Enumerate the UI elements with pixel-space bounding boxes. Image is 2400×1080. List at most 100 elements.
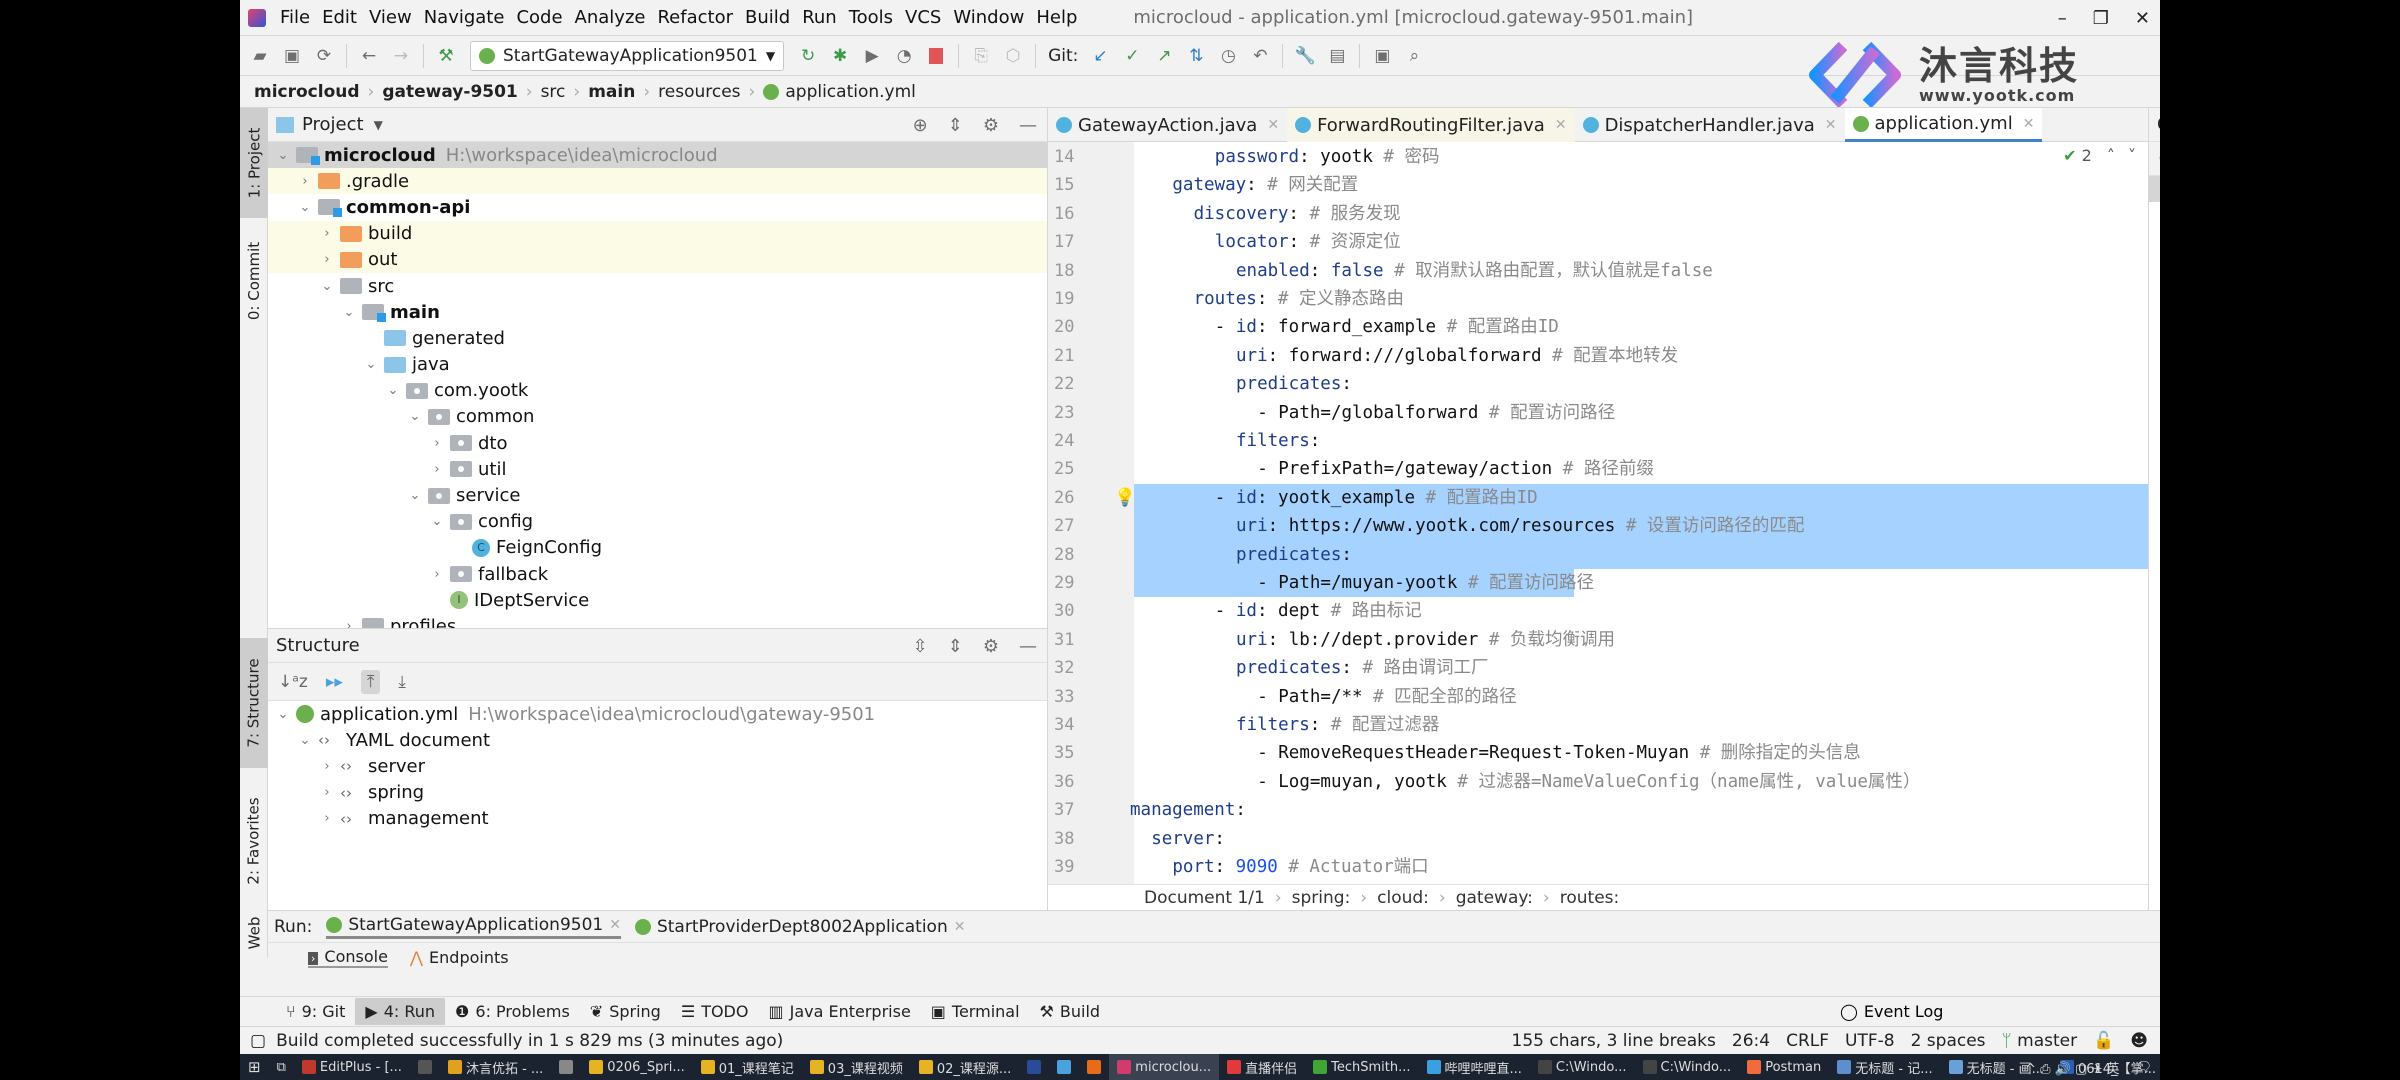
debug-icon[interactable]: ✱ — [826, 42, 854, 70]
line-separator[interactable]: CRLF — [1786, 1031, 1829, 1051]
hide-panel-icon[interactable]: — — [1019, 115, 1037, 136]
tool-window-problems[interactable]: ❶ 6: Problems — [445, 998, 580, 1025]
tree-item[interactable]: › dto — [268, 430, 1047, 456]
git-history-icon[interactable]: ◷ — [1214, 42, 1242, 70]
chevron-down-icon[interactable]: ⌄ — [274, 707, 292, 722]
gradle-tree-item[interactable]: ⚙assemble — [2149, 464, 2160, 490]
restore-button[interactable]: ❐ — [2093, 8, 2109, 29]
editor-breadcrumb-item[interactable]: routes: — [1560, 888, 1620, 908]
chevron-right-icon[interactable]: › — [318, 759, 336, 774]
code-line[interactable]: 17 locator: # 资源定位 — [1048, 228, 2148, 256]
chevron-right-icon[interactable]: › — [428, 567, 446, 582]
chevron-right-icon[interactable]: › — [318, 811, 336, 826]
event-log-button[interactable]: ◯ Event Log — [1840, 996, 1943, 1026]
gradle-tree-item[interactable]: ⚙jar — [2149, 647, 2160, 673]
gradle-tree-item[interactable]: ⚙clean — [2149, 621, 2160, 647]
tool-window-run[interactable]: ▶ 4: Run — [355, 998, 446, 1025]
gear-icon[interactable]: ⚙ — [983, 636, 999, 657]
code-line[interactable]: 31 uri: lb://dept.provider # 负载均衡调用 — [1048, 626, 2148, 654]
menu-tools[interactable]: Tools — [843, 7, 899, 28]
chevron-down-icon[interactable]: ⌄ — [406, 409, 424, 424]
collapse-all-icon[interactable]: ⇕ — [948, 115, 963, 136]
code-line[interactable]: 27 uri: https://www.yootk.com/resources #… — [1048, 512, 2148, 540]
rerun-icon[interactable]: ↻ — [794, 42, 822, 70]
menu-navigate[interactable]: Navigate — [418, 7, 511, 28]
chevron-down-icon[interactable]: ⌄ — [274, 148, 292, 163]
code-line[interactable]: 36 - Log=muyan, yootk # 过滤器=NameValueConf… — [1048, 768, 2148, 796]
code-line[interactable]: 23 - Path=/globalforward # 配置访问路径 — [1048, 399, 2148, 427]
taskbar-app[interactable] — [1019, 1054, 1049, 1080]
editor-tab[interactable]: application.yml ✕ — [1844, 108, 2043, 142]
autoscroll-icon[interactable]: ▸▸ — [326, 672, 343, 692]
chevron-down-icon[interactable]: ⌄ — [2155, 182, 2160, 196]
breadcrumb-item[interactable]: application.yml — [785, 82, 916, 102]
chevron-right-icon[interactable]: › — [318, 785, 336, 800]
git-push-icon[interactable]: ↗ — [1150, 42, 1178, 70]
gradle-tree-item[interactable]: ›other — [2149, 752, 2160, 778]
sync-icon[interactable]: ⟳ — [310, 42, 338, 70]
back-arrow-icon[interactable]: ← — [355, 42, 383, 70]
open-folder-icon[interactable]: ▰ — [246, 42, 274, 70]
editor-breadcrumb-item[interactable]: spring: — [1292, 888, 1351, 908]
close-tab-icon[interactable]: ✕ — [954, 919, 966, 935]
taskbar-app[interactable]: 03_课程视频 — [802, 1054, 911, 1080]
code-line[interactable]: 25 - PrefixPath=/gateway/action # 路径前缀 — [1048, 455, 2148, 483]
breadcrumb-item[interactable]: microcloud — [254, 82, 360, 102]
gradle-tree-item[interactable]: ⚙build — [2149, 516, 2160, 542]
tree-item[interactable]: C FeignConfig — [268, 535, 1047, 561]
chevron-down-icon[interactable]: ⌄ — [406, 488, 424, 503]
gradle-tree-item[interactable]: ›consumer-springboot — [2149, 255, 2160, 281]
tree-item[interactable]: › ‹› management — [268, 806, 1047, 832]
system-tray[interactable]: ^ ⎙ 🔊 ▢ ✈ 英 🗨 — [2025, 1054, 2152, 1080]
tree-item[interactable]: › .gradle — [268, 168, 1047, 195]
tree-item[interactable]: ⌄ com.yootk — [268, 378, 1047, 404]
gradle-tree-item[interactable]: ›verification — [2149, 778, 2160, 804]
taskbar-app[interactable]: microclou... — [1109, 1054, 1220, 1080]
taskbar-app[interactable] — [1049, 1054, 1079, 1080]
code-line[interactable]: 35 - RemoveRequestHeader=Request-Token-Mu… — [1048, 739, 2148, 767]
tree-item[interactable]: › out — [268, 246, 1047, 273]
taskbar-app[interactable] — [551, 1054, 581, 1080]
gradle-tree-item[interactable]: ⚙buildDependents — [2149, 543, 2160, 569]
chevron-right-icon[interactable]: › — [428, 462, 446, 477]
indent-setting[interactable]: 2 spaces — [1911, 1031, 1986, 1051]
gradle-tree-item[interactable]: ⚙buildNeeded — [2149, 569, 2160, 595]
gradle-tree-item[interactable]: ›application — [2149, 412, 2160, 438]
close-tab-icon[interactable]: ✕ — [2023, 116, 2035, 132]
lock-icon[interactable]: 🔓 — [2093, 1031, 2114, 1051]
start-button[interactable]: ⊞ — [240, 1054, 269, 1080]
intention-bulb-icon[interactable]: 💡 — [1114, 484, 1136, 512]
taskbar-app[interactable]: 直播伴侣 — [1219, 1054, 1305, 1080]
code-line[interactable]: 21 uri: forward:///globalforward # 配置本地转发 — [1048, 342, 2148, 370]
gradle-tree-item[interactable]: ⌄microcloud — [2149, 176, 2160, 203]
code-line[interactable]: 37 management: — [1048, 796, 2148, 824]
gradle-tree-item[interactable]: ›help — [2149, 726, 2160, 752]
commit-tool-tab[interactable]: 0: Commit — [240, 226, 268, 336]
tool-window-git[interactable]: ⑂ 9: Git — [276, 998, 355, 1025]
tree-item[interactable]: ⌄ application.yml H:\workspace\idea\microc… — [268, 701, 1047, 727]
chevron-down-icon[interactable]: ⌄ — [296, 733, 314, 748]
tree-item[interactable]: ⌄ common — [268, 404, 1047, 430]
minimize-button[interactable]: – — [2058, 8, 2067, 29]
menu-vcs[interactable]: VCS — [899, 7, 947, 28]
attach-debugger-icon[interactable]: ⎘ — [967, 42, 995, 70]
favorites-tool-tab[interactable]: 2: Favorites — [240, 776, 268, 906]
code-line[interactable]: 32 predicates: # 路由谓词工厂 — [1048, 654, 2148, 682]
taskbar-app[interactable]: EditPlus - [... — [294, 1054, 410, 1080]
tree-item[interactable]: › fallback — [268, 561, 1047, 587]
tree-item[interactable]: ⌄ main — [268, 299, 1047, 325]
run-configuration-select[interactable]: StartGatewayApplication9501 ▼ — [470, 40, 785, 71]
project-view-select[interactable]: Project — [302, 114, 364, 135]
taskbar-app[interactable]: 无标题 - 记... — [1829, 1054, 1940, 1080]
gradle-tree-item[interactable]: ›Dependencies — [2149, 805, 2160, 831]
status-message[interactable]: Build completed successfully in 1 s 829 … — [276, 1031, 783, 1051]
structure-tool-tab[interactable]: 7: Structure — [240, 638, 268, 768]
editor-breadcrumb-item[interactable]: Document 1/1 — [1144, 888, 1265, 908]
menu-analyze[interactable]: Analyze — [569, 7, 652, 28]
code-line[interactable]: 29 - Path=/muyan-yootk # 配置访问路径 — [1048, 569, 2148, 597]
gradle-tree-item[interactable]: ›provider-dept-8002 — [2149, 333, 2160, 359]
code-line[interactable]: 24 filters: — [1048, 427, 2148, 455]
chevron-right-icon[interactable]: › — [318, 252, 336, 267]
endpoints-tab[interactable]: ⋀ Endpoints — [410, 948, 509, 967]
gradle-tree-item[interactable]: ⌄Tasks — [2149, 857, 2160, 883]
